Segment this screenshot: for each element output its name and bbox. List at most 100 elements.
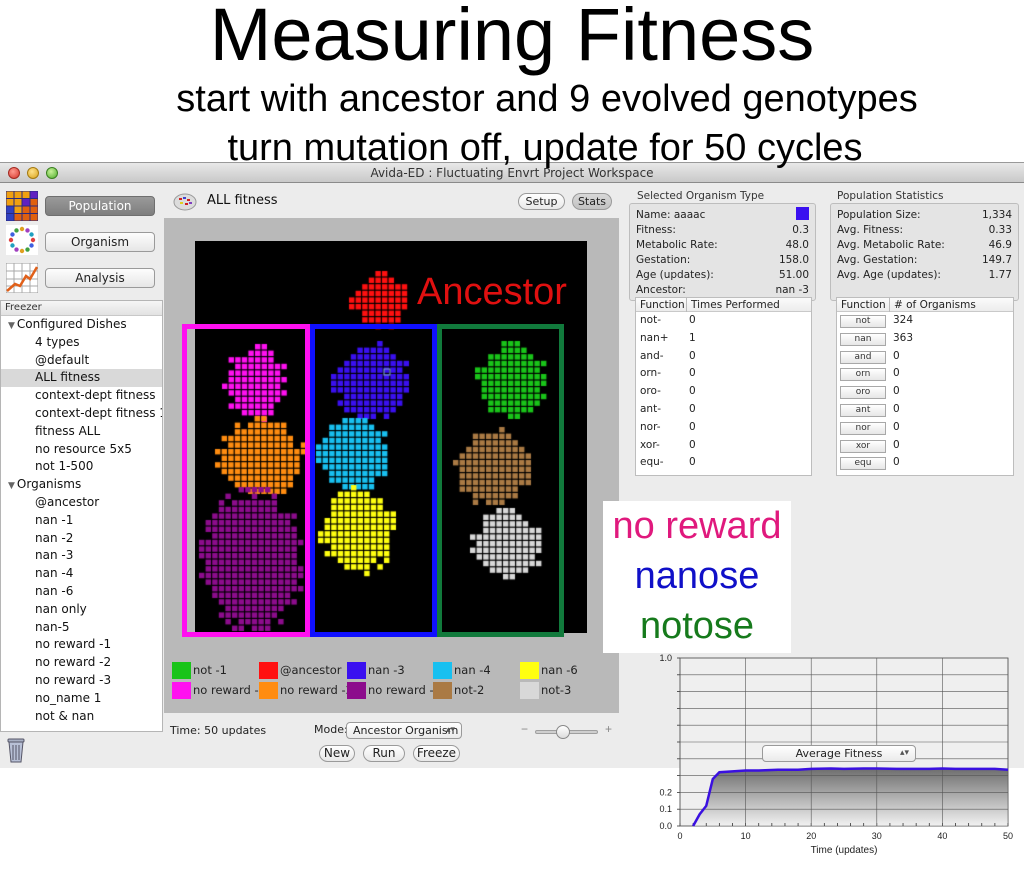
stat-row: Avg. Fitness: 0.33 <box>837 223 1012 237</box>
stat-value: nan -3 <box>775 284 809 296</box>
function-name: not- <box>640 314 661 326</box>
function-filter-button[interactable]: nor <box>840 421 886 435</box>
legend-swatch <box>347 682 366 699</box>
population-stats-title: Population Statistics <box>837 190 944 202</box>
legend-item: not -1 <box>172 662 259 679</box>
stat-row: Avg. Age (updates): 1.77 <box>837 268 1012 282</box>
selected-organism-functions-table: Function Times Performed not- 0 nan+ 1 and- 0… <box>635 297 812 476</box>
stat-label: Avg. Fitness: <box>837 224 904 236</box>
table-row: and 0 <box>837 348 1013 366</box>
zoom-in-icon[interactable]: + <box>605 722 612 736</box>
slide-subtitle-2: turn mutation off, update for 50 cycles <box>227 127 863 169</box>
stat-label: Fitness: <box>636 224 676 236</box>
y-tick-label: 1.0 <box>659 653 672 663</box>
function-filter-button[interactable]: and <box>840 350 886 364</box>
stat-label: Gestation: <box>636 254 691 266</box>
stat-row: Population Size: 1,334 <box>837 208 1012 222</box>
function-filter-button[interactable]: orn <box>840 368 886 382</box>
x-tick-label: 40 <box>937 831 947 841</box>
run-button[interactable]: Run <box>363 745 405 762</box>
function-name: oro- <box>640 385 661 398</box>
function-filter-button[interactable]: ant <box>840 403 886 417</box>
table-header: Function Times Performed <box>636 298 811 312</box>
stat-value: 0.3 <box>792 224 809 236</box>
times-performed: 1 <box>689 331 696 344</box>
function-name: nan+ <box>640 331 669 344</box>
function-filter-button[interactable]: nan <box>840 332 886 346</box>
stat-label: Age (updates): <box>636 269 714 281</box>
stat-label: Ancestor: <box>636 284 686 296</box>
freeze-button[interactable]: Freeze <box>413 745 460 762</box>
select-arrows-icon: ▴▾ <box>899 748 909 758</box>
times-performed: 0 <box>689 314 696 326</box>
table-row: nor- 0 <box>636 419 811 437</box>
col-function: Function <box>640 299 685 311</box>
stat-value: 0.33 <box>988 224 1012 236</box>
function-filter-button[interactable]: not <box>840 315 886 328</box>
col-function: Function <box>841 299 886 311</box>
stat-row: Metabolic Rate: 48.0 <box>636 238 809 252</box>
function-filter-button[interactable]: xor <box>840 439 886 453</box>
chart-metric-select[interactable]: Average Fitness ▴▾ <box>762 745 916 762</box>
stat-row: Avg. Metabolic Rate: 46.9 <box>837 238 1012 252</box>
stat-label: Name: aaaac <box>636 209 706 221</box>
stat-value: 1,334 <box>981 209 1012 221</box>
notose-group-frame <box>437 324 564 637</box>
table-row: nan+ 1 <box>636 330 811 348</box>
stat-label: Avg. Metabolic Rate: <box>837 239 945 251</box>
selected-organism-box: Name: aaaac Fitness: 0.3 Metabolic Rate: 48.… <box>629 203 816 301</box>
legend-swatch <box>347 662 366 679</box>
legend-swatch <box>520 662 539 679</box>
average-fitness-chart: 0.0 0.1 0.2 1.0 0 10 20 30 40 50 Time (updates) <box>659 653 1013 856</box>
stat-value: 158.0 <box>778 254 809 266</box>
annotation-notose: notose <box>639 605 755 647</box>
y-tick-label: 0.0 <box>659 821 672 831</box>
stat-value: 46.9 <box>988 239 1012 251</box>
table-row: orn- 0 <box>636 365 811 383</box>
organism-count: 0 <box>893 367 900 380</box>
legend-label: nan -6 <box>541 663 578 677</box>
slide-title: Measuring Fitness <box>209 0 815 76</box>
mode-select[interactable]: Ancestor Organism ▴▾ <box>346 722 462 739</box>
time-status: Time: 50 updates <box>170 724 267 737</box>
stat-row: Name: aaaac <box>636 208 809 222</box>
organism-count: 324 <box>893 314 914 326</box>
legend-item: nan -6 <box>520 662 610 679</box>
stat-row: Ancestor: nan -3 <box>636 283 809 297</box>
function-filter-button[interactable]: oro <box>840 386 886 400</box>
new-button[interactable]: New <box>319 745 355 762</box>
function-name: nor- <box>640 420 661 433</box>
avida-ed-window: Avida-ED : Fluctuating Envrt Project Wor… <box>0 162 1024 856</box>
times-performed: 0 <box>689 456 696 469</box>
y-tick-label: 0.2 <box>659 787 672 797</box>
times-performed: 0 <box>689 385 696 398</box>
x-tick-label: 10 <box>741 831 751 841</box>
function-filter-button[interactable]: equ <box>840 457 886 471</box>
zoom-out-icon[interactable]: − <box>521 722 528 736</box>
population-stats-box: Population Size: 1,334 Avg. Fitness: 0.33 Av… <box>830 203 1019 301</box>
x-tick-label: 30 <box>872 831 882 841</box>
legend-label: nan -3 <box>368 663 405 677</box>
stat-label: Avg. Gestation: <box>837 254 918 266</box>
legend-label: no reward -1 <box>193 683 259 697</box>
organism-count: 0 <box>893 438 900 451</box>
annotation-box: no reward nanose notose <box>603 501 791 653</box>
function-name: equ- <box>640 456 664 469</box>
organism-count: 0 <box>893 349 900 362</box>
mode-label: Mode: <box>314 723 348 736</box>
series-area <box>693 768 1008 826</box>
legend-item: not-3 <box>520 682 610 699</box>
table-row: xor- 0 <box>636 437 811 455</box>
function-name: orn- <box>640 367 661 380</box>
legend-swatch <box>172 682 191 699</box>
legend-swatch <box>172 662 191 679</box>
table-row: and- 0 <box>636 348 811 366</box>
x-axis-label: Time (updates) <box>811 845 878 856</box>
times-performed: 0 <box>689 438 696 451</box>
ancestor-annotation: Ancestor <box>417 271 567 313</box>
x-tick-label: 20 <box>806 831 816 841</box>
legend-label: no reward -3 <box>368 683 433 697</box>
col-num-organisms: # of Organisms <box>889 298 976 312</box>
times-performed: 0 <box>689 420 696 433</box>
organism-count: 0 <box>893 402 900 415</box>
